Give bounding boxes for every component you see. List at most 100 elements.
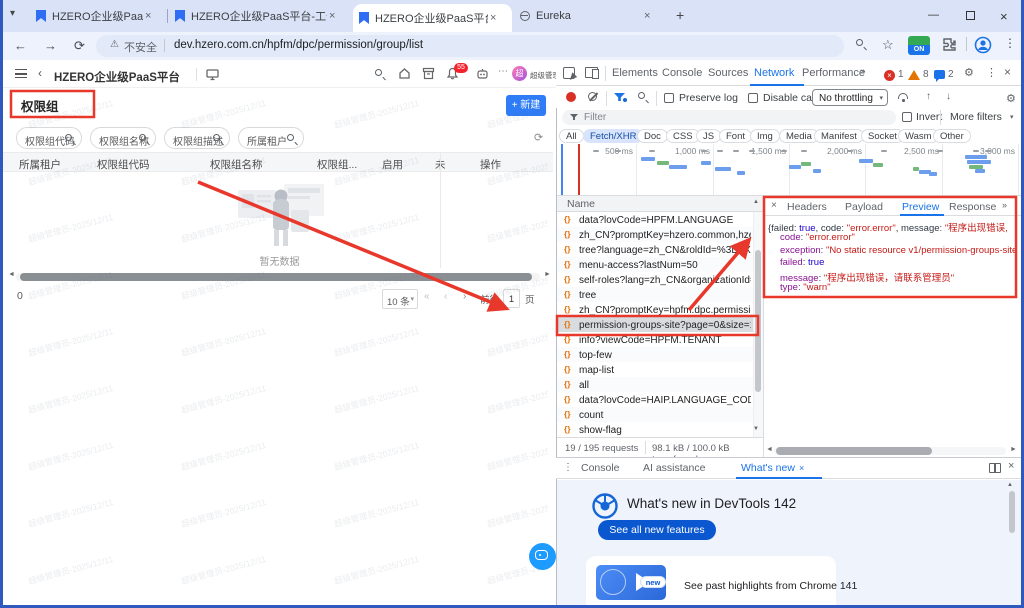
tab-close-icon[interactable]: × <box>145 10 151 22</box>
type-filter-css[interactable]: CSS <box>666 129 700 143</box>
devtools-settings-icon[interactable]: ⚙ <box>964 66 974 79</box>
zoom-icon[interactable] <box>856 39 863 46</box>
url-text[interactable]: dev.hzero.com.cn/hpfm/dpc/permission/gro… <box>174 39 423 51</box>
request-row[interactable]: {}zh_CN?promptKey=hzero.common,hzero.c <box>557 227 753 242</box>
bookmark-star-icon[interactable]: ☆ <box>882 37 894 53</box>
new-tab-button[interactable]: + <box>676 7 684 23</box>
back-button[interactable]: ← <box>14 38 27 53</box>
request-row[interactable]: {}info?viewCode=HPFM.TENANT <box>557 332 753 347</box>
request-row[interactable]: {}tree?language=zh_CN&roldId=%3D0X..W... <box>557 242 753 257</box>
menu-icon[interactable] <box>15 69 27 78</box>
workbench-monitor-icon[interactable] <box>206 68 219 81</box>
request-row[interactable]: {}menu-access?lastNum=50 <box>557 257 753 272</box>
network-filter-input[interactable] <box>562 110 896 125</box>
type-filter-img[interactable]: Img <box>750 129 780 143</box>
create-button[interactable]: + 新建 <box>506 95 546 116</box>
request-row[interactable]: {}show-flag <box>557 422 753 437</box>
throttling-select[interactable]: No throttling ▾ <box>812 89 888 106</box>
type-filter-font[interactable]: Font <box>719 129 752 143</box>
more-detail-tabs-icon[interactable]: » <box>1002 200 1007 210</box>
more-tabs-icon[interactable]: » <box>860 66 866 77</box>
invert-label[interactable]: Invert <box>916 111 942 123</box>
next-page-button[interactable]: › <box>463 291 466 302</box>
window-close-button[interactable]: × <box>1000 9 1008 24</box>
collapse-icon[interactable]: ‹ <box>38 66 42 80</box>
invert-checkbox[interactable] <box>902 112 912 122</box>
type-filter-all[interactable]: All <box>559 129 584 143</box>
detail-tab-preview[interactable]: Preview <box>902 201 939 213</box>
tab-search-icon[interactable]: ▾ <box>10 8 15 19</box>
more-icon[interactable]: ⋯ <box>498 66 508 77</box>
network-search-icon[interactable] <box>638 92 645 99</box>
drawer-close-icon[interactable]: × <box>1008 460 1014 472</box>
filter-field-2[interactable]: 权限组描述 <box>164 127 230 149</box>
devtools-tab-network[interactable]: Network <box>754 67 794 79</box>
type-filter-doc[interactable]: Doc <box>637 129 668 143</box>
type-filter-media[interactable]: Media <box>779 129 819 143</box>
filter-field-1[interactable]: 权限组名称 <box>90 127 156 149</box>
browser-tab[interactable]: Eureka× <box>514 0 666 32</box>
inspect-icon[interactable] <box>563 67 575 79</box>
more-filters-label[interactable]: More filters <box>950 111 1002 123</box>
scroll-up-icon[interactable]: ▲ <box>753 199 759 205</box>
see-all-features-button[interactable]: See all new features <box>598 520 716 540</box>
type-filter-js[interactable]: JS <box>696 129 721 143</box>
preserve-log-label[interactable]: Preserve log <box>679 92 738 104</box>
detail-tab-payload[interactable]: Payload <box>845 201 883 213</box>
browser-menu-icon[interactable]: ⋮ <box>1004 36 1017 50</box>
filter-field-3[interactable]: 所属租户 <box>238 127 304 149</box>
devtools-tab-sources[interactable]: Sources <box>708 67 748 79</box>
browser-tab[interactable]: HZERO企业级PaaS平台-工作台× <box>169 0 351 32</box>
extensions-puzzle-icon[interactable] <box>942 37 957 52</box>
detail-close-icon[interactable]: × <box>771 200 777 211</box>
warning-badge-icon[interactable] <box>908 70 920 80</box>
record-icon[interactable] <box>566 92 576 102</box>
chat-assistant-button[interactable] <box>529 543 556 570</box>
type-filter-manifest[interactable]: Manifest <box>814 129 864 143</box>
scroll-right-icon[interactable]: ► <box>544 271 551 278</box>
scroll-up-icon[interactable]: ▲ <box>1007 482 1013 488</box>
request-row[interactable]: {}data?lovCode=HAIP.LANGUAGE_CODE <box>557 392 753 407</box>
window-minimize-button[interactable]: — <box>928 9 939 21</box>
scroll-right-icon[interactable]: ► <box>1010 446 1017 453</box>
network-conditions-icon[interactable] <box>898 93 908 99</box>
prev-page-button[interactable]: ‹ <box>444 291 447 302</box>
robot-icon[interactable] <box>476 67 489 80</box>
network-settings-icon[interactable]: ⚙ <box>1006 92 1016 105</box>
horizontal-scrollbar-thumb[interactable] <box>20 273 532 281</box>
request-row[interactable]: {}count <box>557 407 753 422</box>
device-toolbar-icon[interactable] <box>585 67 598 78</box>
security-label[interactable]: 不安全 <box>124 39 157 55</box>
page-size-select[interactable]: 10 条 ▾ <box>382 289 418 309</box>
forward-button[interactable]: → <box>44 38 57 53</box>
filter-field-0[interactable]: 权限组代码 <box>16 127 82 149</box>
browser-tab[interactable]: HZERO企业级PaaS平台-权限组× <box>353 4 512 32</box>
drawer-scrollbar-thumb[interactable] <box>1009 491 1015 533</box>
scroll-left-icon[interactable]: ◄ <box>766 446 773 453</box>
devtools-tab-performance[interactable]: Performance <box>802 67 865 79</box>
type-filter-fetch-xhr[interactable]: Fetch/XHR <box>583 129 643 143</box>
split-panel-icon[interactable] <box>989 463 1001 473</box>
request-row[interactable]: {}zh_CN?promptKey=hpfm.dpc.permission <box>557 302 753 317</box>
devtools-tab-console[interactable]: Console <box>662 67 702 79</box>
scroll-down-icon[interactable]: ▼ <box>753 426 759 432</box>
network-overview-timeline[interactable]: 500 ms1,000 ms1,500 ms2,000 ms2,500 ms3,… <box>557 144 1021 196</box>
request-row[interactable]: {}self-roles?lang=zh_CN&organizationId=0… <box>557 272 753 287</box>
import-har-icon[interactable]: ↑ <box>926 91 931 102</box>
detail-tab-response[interactable]: Response <box>949 201 996 213</box>
request-row[interactable]: {}top-few <box>557 347 753 362</box>
issues-badge-icon[interactable] <box>934 70 945 79</box>
detail-tab-headers[interactable]: Headers <box>787 201 827 213</box>
request-row[interactable]: {}all <box>557 377 753 392</box>
request-row[interactable]: {}data?lovCode=HPFM.LANGUAGE <box>557 212 753 227</box>
page-number-input[interactable]: 1 <box>503 289 520 308</box>
first-page-button[interactable]: « <box>424 291 430 302</box>
request-row[interactable]: {}tree <box>557 287 753 302</box>
clear-icon[interactable] <box>588 92 597 101</box>
devtools-tab-elements[interactable]: Elements <box>612 67 658 79</box>
drawer-tab-1[interactable]: AI assistance <box>643 462 705 474</box>
drawer-tab-0[interactable]: Console <box>581 462 620 474</box>
window-maximize-button[interactable] <box>966 11 975 20</box>
search-icon[interactable] <box>375 69 382 76</box>
extension-on-badge[interactable]: ON <box>908 36 930 55</box>
